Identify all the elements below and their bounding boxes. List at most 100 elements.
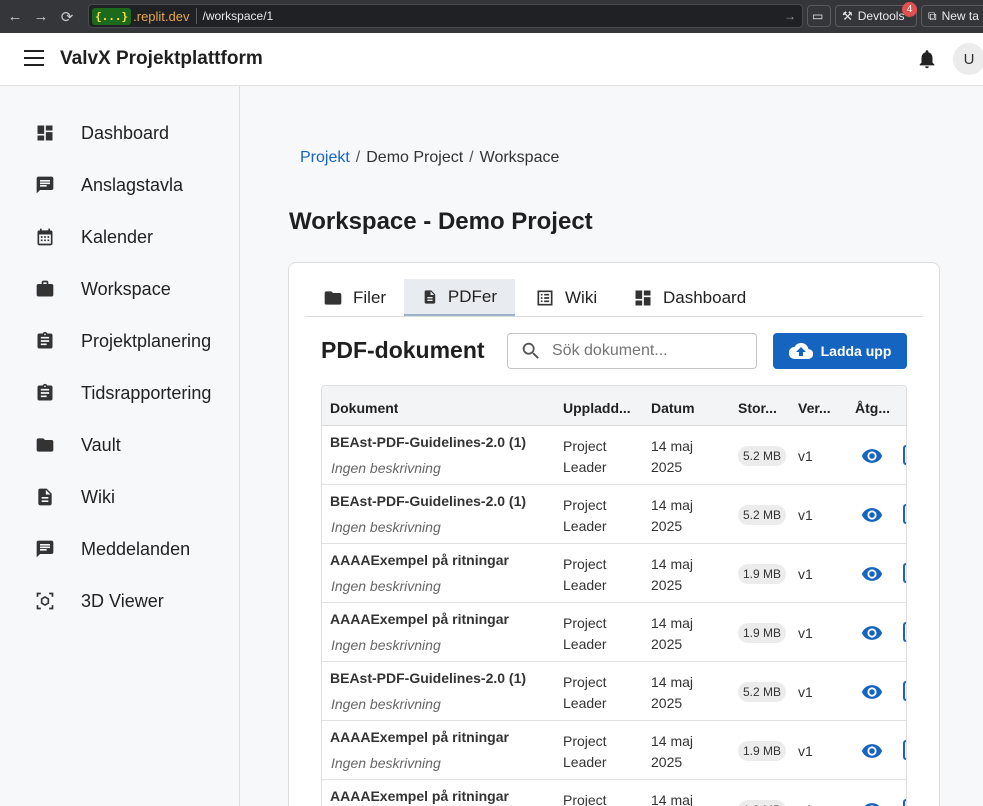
pdf-table: Dokument Uppladd... Datum Stor... Ver...…: [321, 385, 907, 806]
view-eye-icon[interactable]: [860, 445, 884, 467]
document-name[interactable]: BEAst-PDF-Guidelines-2.0 (1): [330, 434, 526, 450]
view-eye-icon[interactable]: [860, 622, 884, 644]
sidebar: Dashboard Anslagstavla Kalender Workspac…: [0, 86, 240, 806]
tab-dashboard[interactable]: Dashboard: [615, 279, 764, 316]
tab-wiki[interactable]: Wiki: [517, 279, 615, 316]
size-badge: 1.9 MB: [738, 623, 787, 643]
action-button[interactable]: [903, 799, 906, 806]
uploader-cell: Project Leader: [563, 731, 607, 773]
external-link-icon: ⧉: [928, 8, 937, 23]
address-bar[interactable]: {...} .replit.dev /workspace/1 →: [88, 4, 803, 28]
view-eye-icon[interactable]: [860, 740, 884, 762]
table-row[interactable]: BEAst-PDF-Guidelines-2.0 (1) Ingen beskri…: [322, 662, 906, 721]
sidebar-item-anslagstavla[interactable]: Anslagstavla: [0, 159, 239, 211]
reload-icon[interactable]: ⟳: [56, 6, 78, 28]
wrench-icon: ⚒: [842, 9, 853, 23]
date-cell: 14 maj 2025: [651, 436, 693, 478]
sidebar-item-vault[interactable]: Vault: [0, 419, 239, 471]
size-badge: 5.2 MB: [738, 505, 787, 525]
search-field[interactable]: [507, 333, 757, 369]
version-label: v1: [798, 566, 813, 582]
date-line: 14 maj: [651, 733, 694, 749]
sidebar-item-label: Dashboard: [81, 122, 170, 143]
version-label: v1: [798, 625, 813, 641]
sidebar-item-label: Wiki: [81, 486, 115, 507]
view-eye-icon[interactable]: [860, 563, 884, 585]
sidebar-item-3d-viewer[interactable]: 3D Viewer: [0, 575, 239, 627]
uploader-cell: Project Leader: [563, 613, 607, 655]
new-tab-button[interactable]: ⧉ New ta: [921, 5, 983, 27]
column-header-uppladdad[interactable]: Uppladd...: [563, 400, 639, 416]
chat-icon: [36, 540, 54, 558]
folder-icon: [324, 290, 342, 305]
size-badge: 1.9 MB: [738, 564, 787, 584]
upload-button[interactable]: Ladda upp: [773, 333, 907, 369]
tab-pdfer[interactable]: PDFer: [404, 279, 515, 316]
table-row[interactable]: AAAAExempel på ritningar Ingen beskrivnin…: [322, 544, 906, 603]
dashboard-icon: [37, 125, 53, 141]
table-row[interactable]: AAAAExempel på ritningar Ingen beskrivnin…: [322, 721, 906, 780]
back-icon[interactable]: ←: [4, 6, 26, 28]
go-arrow-icon[interactable]: →: [784, 9, 796, 23]
table-row[interactable]: BEAst-PDF-Guidelines-2.0 (1) Ingen beskri…: [322, 426, 906, 485]
date-line: 2025: [651, 754, 683, 770]
sidebar-item-dashboard[interactable]: Dashboard: [0, 107, 239, 159]
breadcrumb-link-demo-project[interactable]: Demo Project: [366, 149, 463, 166]
action-button[interactable]: [903, 740, 906, 760]
document-description: Ingen beskrivning: [331, 755, 441, 771]
document-name[interactable]: AAAAExempel på ritningar: [330, 729, 509, 745]
sidebar-item-kalender[interactable]: Kalender: [0, 211, 239, 263]
document-name[interactable]: AAAAExempel på ritningar: [330, 552, 509, 568]
chat-icon: [36, 176, 54, 194]
screen-icon[interactable]: ▭: [807, 5, 831, 27]
table-row[interactable]: AAAAExempel på ritningar Ingen beskrivnin…: [322, 603, 906, 662]
column-header-dokument[interactable]: Dokument: [330, 400, 398, 416]
menu-icon[interactable]: [24, 50, 44, 68]
document-icon: [38, 488, 52, 506]
tab-filer[interactable]: Filer: [305, 279, 404, 316]
size-badge: 5.2 MB: [738, 446, 787, 466]
search-input[interactable]: [552, 342, 742, 360]
action-button[interactable]: [903, 504, 906, 524]
table-row[interactable]: AAAAExempel på ritningar Project 14 maj 1.9…: [322, 780, 906, 806]
url-host: .replit.dev: [133, 8, 190, 24]
avatar[interactable]: U: [953, 43, 983, 75]
action-button[interactable]: [903, 622, 906, 642]
action-button[interactable]: [903, 681, 906, 701]
breadcrumb-link-projekt[interactable]: Projekt: [300, 149, 350, 166]
view-eye-icon[interactable]: [860, 681, 884, 703]
search-icon: [522, 342, 539, 359]
forward-icon[interactable]: →: [30, 6, 52, 28]
url-path: /workspace/1: [202, 9, 274, 23]
version-label: v1: [798, 684, 813, 700]
briefcase-icon: [36, 280, 54, 297]
bell-icon[interactable]: [916, 48, 938, 70]
action-button[interactable]: [903, 445, 906, 465]
document-name[interactable]: BEAst-PDF-Guidelines-2.0 (1): [330, 493, 526, 509]
column-header-atgarder[interactable]: Åtg...: [855, 400, 895, 416]
column-header-version[interactable]: Ver...: [798, 400, 838, 416]
column-header-storlek[interactable]: Stor...: [738, 400, 784, 416]
view-eye-icon[interactable]: [860, 799, 884, 806]
column-header-datum[interactable]: Datum: [651, 400, 695, 416]
uploader-line: Project: [563, 438, 607, 454]
clipboard-icon: [37, 331, 53, 349]
document-name[interactable]: AAAAExempel på ritningar: [330, 788, 509, 804]
table-row[interactable]: BEAst-PDF-Guidelines-2.0 (1) Ingen beskri…: [322, 485, 906, 544]
app-header: ValvX Projektplattform U: [0, 33, 983, 86]
uploader-cell: Project Leader: [563, 672, 607, 714]
action-button[interactable]: [903, 563, 906, 583]
uploader-line: Project: [563, 674, 607, 690]
sidebar-item-tidsrapportering[interactable]: Tidsrapportering: [0, 367, 239, 419]
sidebar-item-projektplanering[interactable]: Projektplanering: [0, 315, 239, 367]
url-divider: [195, 8, 197, 24]
calendar-icon: [37, 228, 53, 246]
sidebar-item-wiki[interactable]: Wiki: [0, 471, 239, 523]
sidebar-item-workspace[interactable]: Workspace: [0, 263, 239, 315]
view-eye-icon[interactable]: [860, 504, 884, 526]
document-name[interactable]: AAAAExempel på ritningar: [330, 611, 509, 627]
sidebar-item-label: Projektplanering: [81, 330, 212, 351]
sidebar-item-meddelanden[interactable]: Meddelanden: [0, 523, 239, 575]
document-name[interactable]: BEAst-PDF-Guidelines-2.0 (1): [330, 670, 526, 686]
app-title: ValvX Projektplattform: [60, 48, 263, 69]
